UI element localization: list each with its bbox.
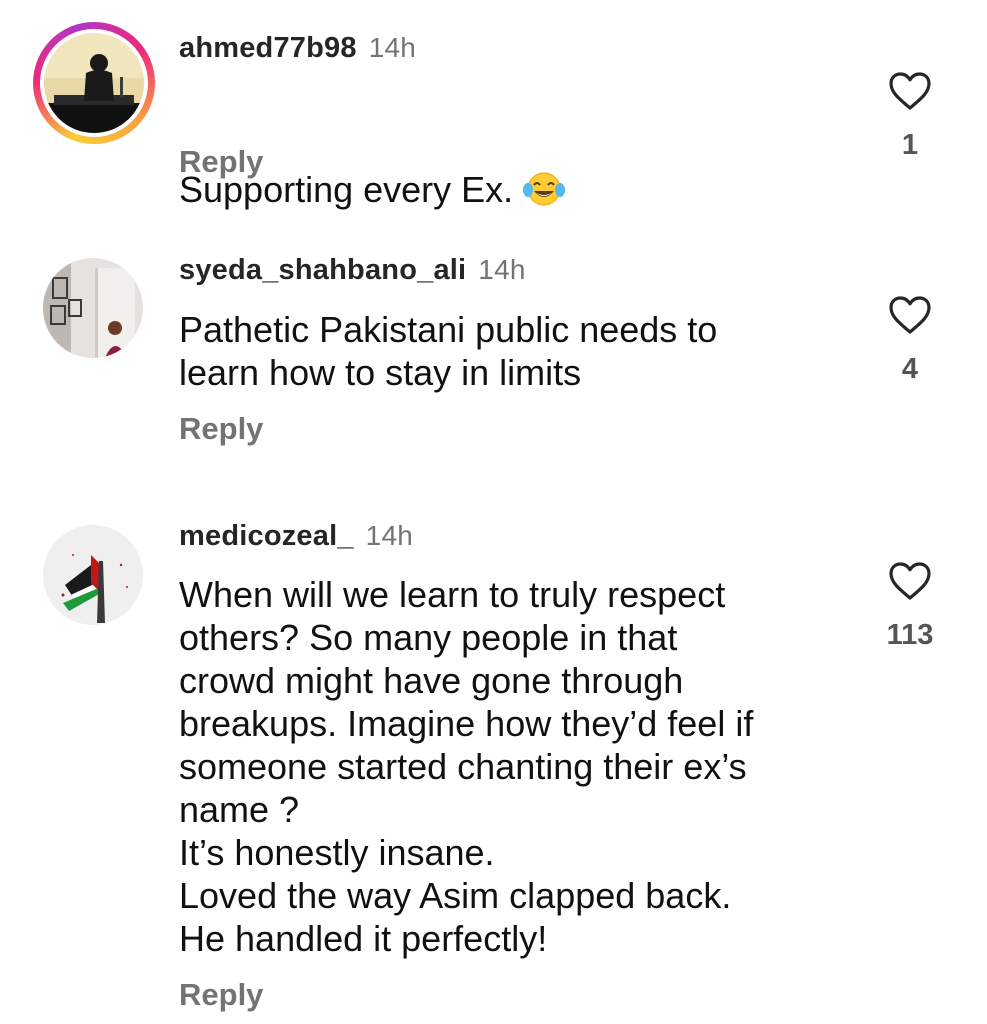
avatar[interactable] (43, 258, 143, 358)
like-count: 4 (901, 353, 919, 385)
heart-outline-icon[interactable] (880, 561, 940, 601)
timestamp: 14h (365, 520, 413, 551)
reply-button[interactable]: Reply (179, 977, 263, 1013)
avatar-story-ring[interactable] (33, 22, 155, 144)
username[interactable]: ahmed77b98 14h (179, 32, 416, 65)
comment-text: Supporting every Ex. (179, 84, 879, 217)
heart-outline-icon[interactable] (880, 295, 940, 335)
like-count: 1 (901, 129, 919, 161)
comment-text: Pathetic Pakistani public needs to learn… (179, 309, 718, 393)
avatar-photo-icon (44, 33, 144, 133)
avatar[interactable] (43, 525, 143, 625)
like-control: 4 (880, 295, 940, 386)
like-control: 113 (880, 561, 940, 652)
like-count: 113 (886, 619, 934, 651)
reply-button[interactable]: Reply (179, 144, 263, 180)
avatar-photo-icon (43, 525, 143, 625)
timestamp: 14h (368, 32, 417, 63)
reply-button[interactable]: Reply (179, 411, 263, 447)
timestamp: 14h (478, 254, 526, 285)
avatar-photo-icon (43, 258, 143, 358)
avatar (44, 33, 144, 133)
comment-text: When will we learn to truly respect othe… (179, 574, 754, 959)
like-control: 1 (880, 71, 940, 162)
laughing-tears-emoji-icon (523, 127, 566, 217)
username[interactable]: medicozeal_ 14h (179, 520, 413, 553)
username[interactable]: syeda_shahbano_ali 14h (179, 254, 526, 287)
heart-outline-icon[interactable] (880, 71, 940, 111)
